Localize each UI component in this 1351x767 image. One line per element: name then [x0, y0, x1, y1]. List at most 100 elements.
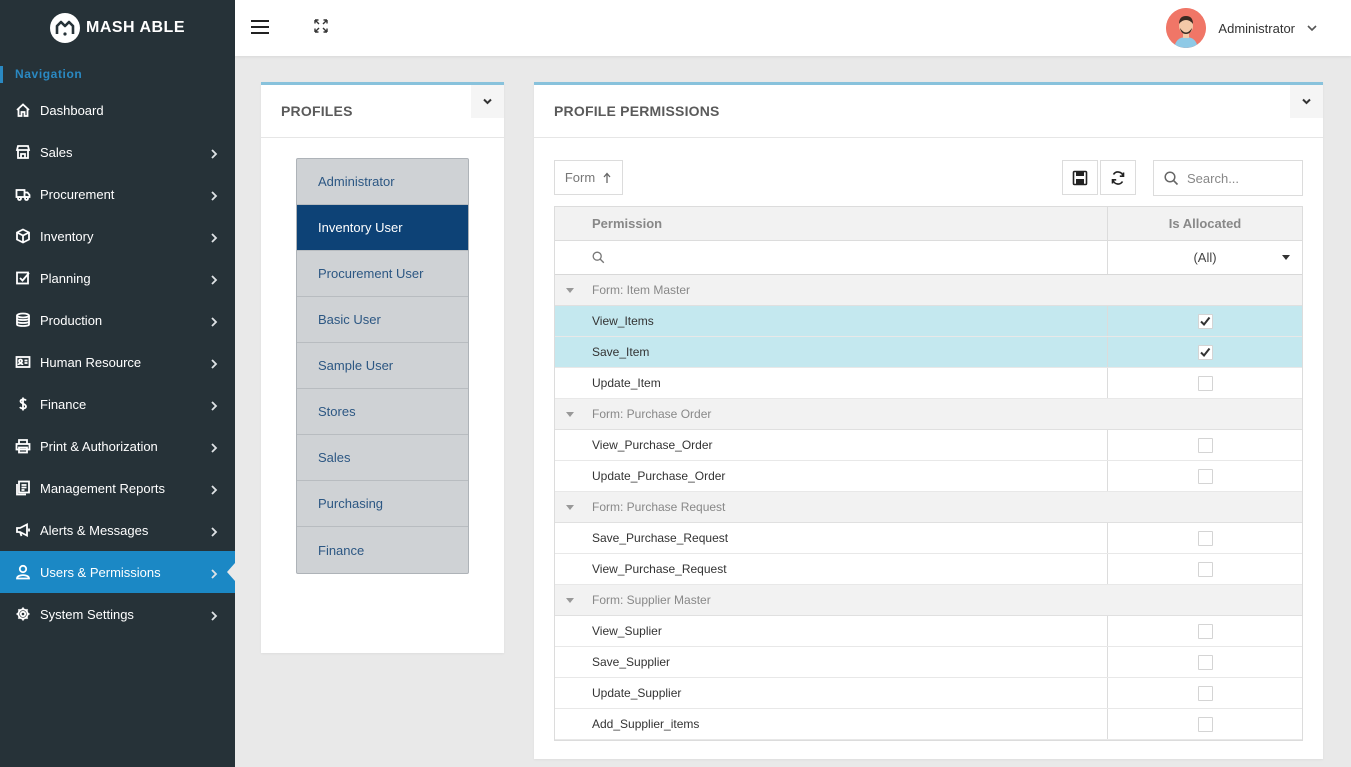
fullscreen-icon[interactable]	[313, 18, 329, 34]
profile-item[interactable]: Sample User	[297, 343, 468, 389]
sidebar-item-label: Procurement	[40, 186, 115, 202]
chevron-down-icon	[483, 98, 492, 105]
collapse-caret-icon[interactable]	[566, 598, 574, 603]
column-header-permission[interactable]: Permission	[555, 207, 1108, 240]
profile-item[interactable]: Stores	[297, 389, 468, 435]
group-row[interactable]: Form: Supplier Master	[555, 585, 1302, 616]
allocated-checkbox[interactable]	[1197, 716, 1213, 732]
group-by-chip[interactable]: Form	[554, 160, 623, 195]
collapse-caret-icon[interactable]	[566, 505, 574, 510]
sidebar-item-management-reports[interactable]: Management Reports	[0, 467, 235, 509]
group-label: Form: Purchase Order	[592, 407, 712, 421]
sidebar-item-print-authorization[interactable]: Print & Authorization	[0, 425, 235, 467]
group-label: Form: Supplier Master	[592, 593, 711, 607]
chevron-right-icon	[209, 273, 219, 285]
profile-item[interactable]: Basic User	[297, 297, 468, 343]
collapse-caret-icon[interactable]	[566, 412, 574, 417]
sidebar-item-sales[interactable]: Sales	[0, 131, 235, 173]
sidebar-item-dashboard[interactable]: Dashboard	[0, 89, 235, 131]
table-row[interactable]: View_Purchase_Order	[555, 430, 1302, 461]
table-row[interactable]: View_Items	[555, 306, 1302, 337]
chevron-right-icon	[209, 189, 219, 201]
allocated-checkbox[interactable]	[1197, 375, 1213, 391]
chevron-right-icon	[209, 441, 219, 453]
permissions-collapse-button[interactable]	[1290, 85, 1323, 118]
allocated-checkbox[interactable]	[1197, 344, 1213, 360]
is-allocated-cell	[1108, 337, 1302, 367]
gear-icon	[15, 606, 40, 622]
table-row[interactable]: Save_Item	[555, 337, 1302, 368]
allocated-checkbox[interactable]	[1197, 685, 1213, 701]
table-row[interactable]: View_Suplier	[555, 616, 1302, 647]
sidebar-item-alerts-messages[interactable]: Alerts & Messages	[0, 509, 235, 551]
group-row[interactable]: Form: Item Master	[555, 275, 1302, 306]
search-icon	[1164, 170, 1179, 185]
group-row[interactable]: Form: Purchase Order	[555, 399, 1302, 430]
top-header: Administrator	[235, 0, 1351, 56]
sidebar-item-production[interactable]: Production	[0, 299, 235, 341]
save-button[interactable]	[1062, 160, 1098, 195]
search-input[interactable]	[1187, 170, 1292, 186]
check-square-icon	[15, 270, 40, 286]
table-row[interactable]: Update_Purchase_Order	[555, 461, 1302, 492]
allocated-filter-value: (All)	[1193, 250, 1217, 265]
permissions-search	[1153, 160, 1303, 196]
profile-item[interactable]: Administrator	[297, 159, 468, 205]
chevron-down-icon	[1302, 98, 1311, 105]
megaphone-icon	[15, 522, 40, 538]
sidebar-item-system-settings[interactable]: System Settings	[0, 593, 235, 635]
profile-item[interactable]: Inventory User	[297, 205, 468, 251]
profile-item[interactable]: Procurement User	[297, 251, 468, 297]
box-icon	[15, 228, 40, 244]
allocated-checkbox[interactable]	[1197, 561, 1213, 577]
report-icon	[15, 480, 40, 496]
collapse-caret-icon[interactable]	[566, 288, 574, 293]
chevron-right-icon	[209, 609, 219, 621]
allocated-checkbox[interactable]	[1197, 313, 1213, 329]
profile-item[interactable]: Sales	[297, 435, 468, 481]
sidebar-item-planning[interactable]: Planning	[0, 257, 235, 299]
user-menu[interactable]: Administrator	[1166, 8, 1317, 48]
permission-name: View_Purchase_Order	[555, 430, 1108, 460]
allocated-checkbox[interactable]	[1197, 437, 1213, 453]
allocated-filter-select[interactable]: (All)	[1108, 241, 1302, 274]
sidebar-item-label: System Settings	[40, 606, 134, 622]
sidebar-item-label: Inventory	[40, 228, 94, 244]
column-header-is-allocated[interactable]: Is Allocated	[1108, 207, 1302, 240]
table-row[interactable]: Save_Supplier	[555, 647, 1302, 678]
sidebar-item-label: Planning	[40, 270, 91, 286]
table-row[interactable]: Add_Supplier_items	[555, 709, 1302, 740]
is-allocated-cell	[1108, 616, 1302, 646]
sidebar-nav: Dashboard Sales Procurement Inventory Planni…	[0, 89, 235, 635]
permission-name: Save_Supplier	[555, 647, 1108, 677]
profile-item[interactable]: Purchasing	[297, 481, 468, 527]
profiles-collapse-button[interactable]	[471, 85, 504, 118]
allocated-checkbox[interactable]	[1197, 530, 1213, 546]
permission-name: Update_Purchase_Order	[555, 461, 1108, 491]
permission-filter-cell[interactable]	[555, 241, 1108, 274]
table-row[interactable]: Update_Supplier	[555, 678, 1302, 709]
profile-item[interactable]: Finance	[297, 527, 468, 573]
grid-body: Form: Item Master View_Items Save_Item Upda…	[555, 275, 1302, 740]
group-label: Form: Item Master	[592, 283, 691, 297]
is-allocated-cell	[1108, 430, 1302, 460]
allocated-checkbox[interactable]	[1197, 468, 1213, 484]
allocated-checkbox[interactable]	[1197, 623, 1213, 639]
permissions-card: PROFILE PERMISSIONS Form Permission	[534, 82, 1323, 759]
sidebar-item-human-resource[interactable]: Human Resource	[0, 341, 235, 383]
brand[interactable]: MASH ABLE	[0, 0, 235, 56]
table-row[interactable]: Update_Item	[555, 368, 1302, 399]
menu-toggle-icon[interactable]	[251, 19, 269, 35]
sidebar-item-label: Human Resource	[40, 354, 142, 370]
sidebar-item-finance[interactable]: Finance	[0, 383, 235, 425]
chevron-right-icon	[209, 231, 219, 243]
is-allocated-cell	[1108, 554, 1302, 584]
table-row[interactable]: Save_Purchase_Request	[555, 523, 1302, 554]
sidebar-item-procurement[interactable]: Procurement	[0, 173, 235, 215]
group-row[interactable]: Form: Purchase Request	[555, 492, 1302, 523]
table-row[interactable]: View_Purchase_Request	[555, 554, 1302, 585]
allocated-checkbox[interactable]	[1197, 654, 1213, 670]
sidebar-item-inventory[interactable]: Inventory	[0, 215, 235, 257]
refresh-button[interactable]	[1100, 160, 1136, 195]
sidebar-item-users-permissions[interactable]: Users & Permissions	[0, 551, 235, 593]
